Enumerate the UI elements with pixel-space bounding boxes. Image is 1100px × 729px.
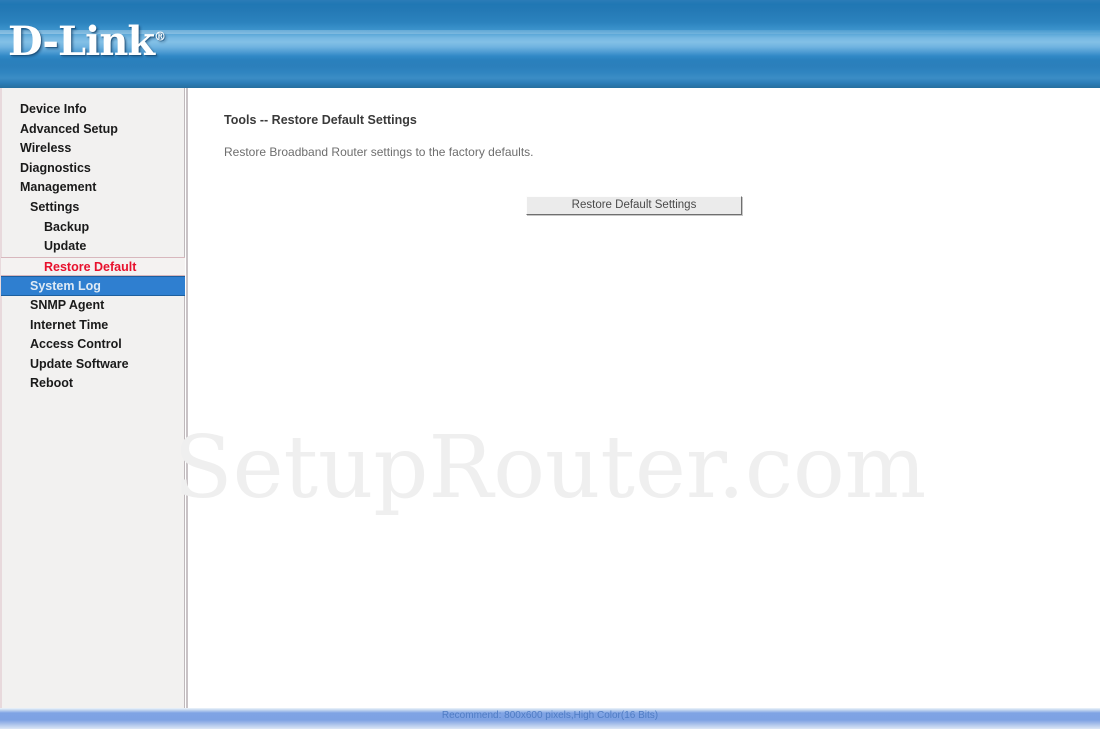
- page-header: D-Link®: [0, 0, 1100, 88]
- sidebar-item-snmp-agent[interactable]: SNMP Agent: [2, 296, 184, 316]
- page-footer: Recommend: 800x600 pixels,High Color(16 …: [0, 708, 1100, 729]
- body-area: Device Info Advanced Setup Wireless Diagnos…: [0, 88, 1100, 708]
- sidebar-item-backup[interactable]: Backup: [2, 218, 184, 238]
- main-content: Tools -- Restore Default Settings Restor…: [188, 88, 1100, 708]
- sidebar-item-internet-time[interactable]: Internet Time: [2, 316, 184, 336]
- dlink-logo-trademark: ®: [154, 29, 166, 44]
- sidebar-item-reboot[interactable]: Reboot: [2, 374, 184, 394]
- sidebar-item-system-log[interactable]: System Log: [1, 276, 185, 296]
- sidebar-item-diagnostics[interactable]: Diagnostics: [2, 159, 184, 179]
- sidebar-item-wireless[interactable]: Wireless: [2, 139, 184, 159]
- sidebar-item-access-control[interactable]: Access Control: [2, 335, 184, 355]
- restore-default-settings-button[interactable]: Restore Default Settings: [526, 196, 742, 215]
- footer-recommendation-text: Recommend: 800x600 pixels,High Color(16 …: [441, 710, 659, 721]
- dlink-logo: D-Link®: [8, 22, 166, 62]
- page-description: Restore Broadband Router settings to the…: [224, 145, 534, 159]
- sidebar-item-advanced-setup[interactable]: Advanced Setup: [2, 120, 184, 140]
- sidebar-item-restore-default[interactable]: Restore Default: [1, 256, 185, 277]
- sidebar-item-update-software[interactable]: Update Software: [2, 355, 184, 375]
- sidebar-item-management[interactable]: Management: [2, 178, 184, 198]
- dlink-logo-text: D-Link: [8, 18, 155, 65]
- router-admin-page: D-Link® Device Info Advanced Setup Wireles…: [0, 0, 1100, 729]
- sidebar-item-update[interactable]: Update: [2, 237, 184, 257]
- sidebar-item-settings[interactable]: Settings: [2, 198, 184, 218]
- sidebar-nav: Device Info Advanced Setup Wireless Diagnos…: [0, 88, 185, 708]
- sidebar-item-device-info[interactable]: Device Info: [2, 100, 184, 120]
- page-title: Tools -- Restore Default Settings: [224, 113, 417, 127]
